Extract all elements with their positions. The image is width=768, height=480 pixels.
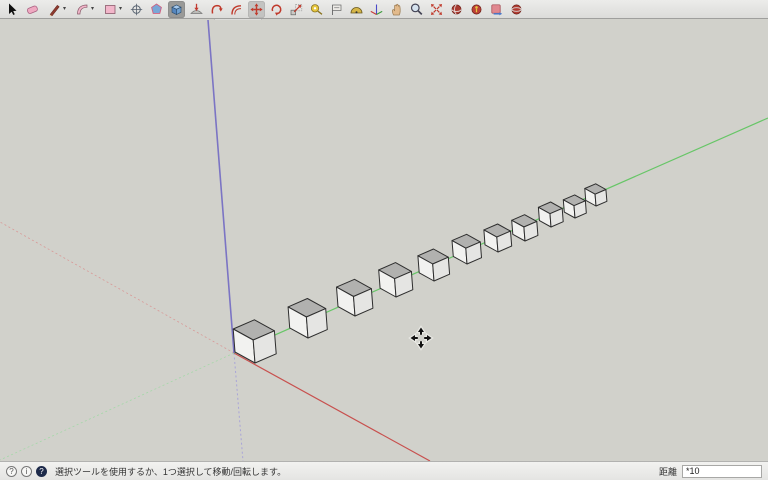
line-tool-button[interactable]: ▾ — [44, 1, 69, 18]
green-axis-dashed — [0, 353, 234, 460]
arc-offset-tool-icon — [229, 2, 244, 17]
followme-tool-icon — [209, 2, 224, 17]
dimension-tool-icon — [329, 2, 344, 17]
blue-axis — [208, 20, 234, 353]
polygon-tool-icon — [149, 2, 164, 17]
select-tool-icon — [5, 2, 20, 17]
move-tool-icon — [249, 2, 264, 17]
orbit-tool-icon — [449, 2, 464, 17]
red-axis — [234, 353, 430, 461]
geolocation-icon[interactable]: ? — [36, 466, 47, 477]
measurement-label: 距離 — [659, 465, 677, 478]
zoom-extents-tool-icon — [429, 2, 444, 17]
pan-tool-button[interactable] — [388, 1, 405, 18]
measurement-input[interactable] — [682, 465, 762, 478]
rotate-tool-button[interactable] — [268, 1, 285, 18]
dimension-tool-button[interactable] — [328, 1, 345, 18]
eraser-tool-icon — [25, 2, 40, 17]
scale-tool-icon — [289, 2, 304, 17]
tape-measure-tool-icon — [309, 2, 324, 17]
position-camera-tool-icon — [469, 2, 484, 17]
status-bar: ? i? 選択ツールを使用するか、1つ選択して移動/回転します。 距離 — [0, 461, 768, 480]
move-tool-button[interactable] — [248, 1, 265, 18]
main-toolbar: ▾ ▾ ▾ — [0, 0, 768, 19]
tape-measure-tool-button[interactable] — [308, 1, 325, 18]
scale-tool-button[interactable] — [288, 1, 305, 18]
polygon-tool-button[interactable] — [148, 1, 165, 18]
axes-tool-button[interactable] — [368, 1, 385, 18]
look-around-tool-icon — [509, 2, 524, 17]
protractor-tool-button[interactable] — [348, 1, 365, 18]
followme-tool-button[interactable] — [208, 1, 225, 18]
pushpull-tool-button[interactable] — [168, 1, 185, 18]
zoom-tool-icon — [409, 2, 424, 17]
eraser-tool-button[interactable] — [24, 1, 41, 18]
rectangle-tool-button[interactable]: ▾ — [100, 1, 125, 18]
zoom-tool-button[interactable] — [408, 1, 425, 18]
circle-tool-icon — [129, 2, 144, 17]
look-around-tool-button[interactable] — [508, 1, 525, 18]
offset-tool-button[interactable] — [188, 1, 205, 18]
circle-tool-button[interactable] — [128, 1, 145, 18]
rotate-tool-icon — [269, 2, 284, 17]
blue-axis-dashed — [234, 353, 243, 461]
rectangle-tool-icon — [103, 2, 118, 17]
arc-tool-button[interactable]: ▾ — [72, 1, 97, 18]
arc-tool-icon — [75, 2, 90, 17]
dropdown-arrow-icon: ▾ — [119, 6, 122, 12]
viewport-canvas[interactable] — [0, 20, 768, 461]
pushpull-tool-icon — [169, 2, 184, 17]
walk-tool-button[interactable] — [488, 1, 505, 18]
walk-tool-icon — [489, 2, 504, 17]
select-tool-button[interactable] — [4, 1, 21, 18]
attribution-icon[interactable]: i — [21, 466, 32, 477]
dropdown-arrow-icon: ▾ — [63, 6, 66, 12]
zoom-extents-tool-button[interactable] — [428, 1, 445, 18]
axes-tool-icon — [369, 2, 384, 17]
sketchup-window: ▾ ▾ ▾ ? i? 選択ツールを使用するか、1つ選択して移動/回転します。 距離 — [0, 0, 768, 480]
offset-tool-icon — [189, 2, 204, 17]
line-tool-icon — [47, 2, 62, 17]
status-message: 選択ツールを使用するか、1つ選択して移動/回転します。 — [55, 465, 286, 478]
pan-tool-icon — [389, 2, 404, 17]
arc-offset-tool-button[interactable] — [228, 1, 245, 18]
red-axis-dashed — [0, 222, 234, 353]
orbit-tool-button[interactable] — [448, 1, 465, 18]
protractor-tool-icon — [349, 2, 364, 17]
position-camera-tool-button[interactable] — [468, 1, 485, 18]
help-icon[interactable]: ? — [6, 466, 17, 477]
move-cursor — [411, 328, 432, 349]
dropdown-arrow-icon: ▾ — [91, 6, 94, 12]
